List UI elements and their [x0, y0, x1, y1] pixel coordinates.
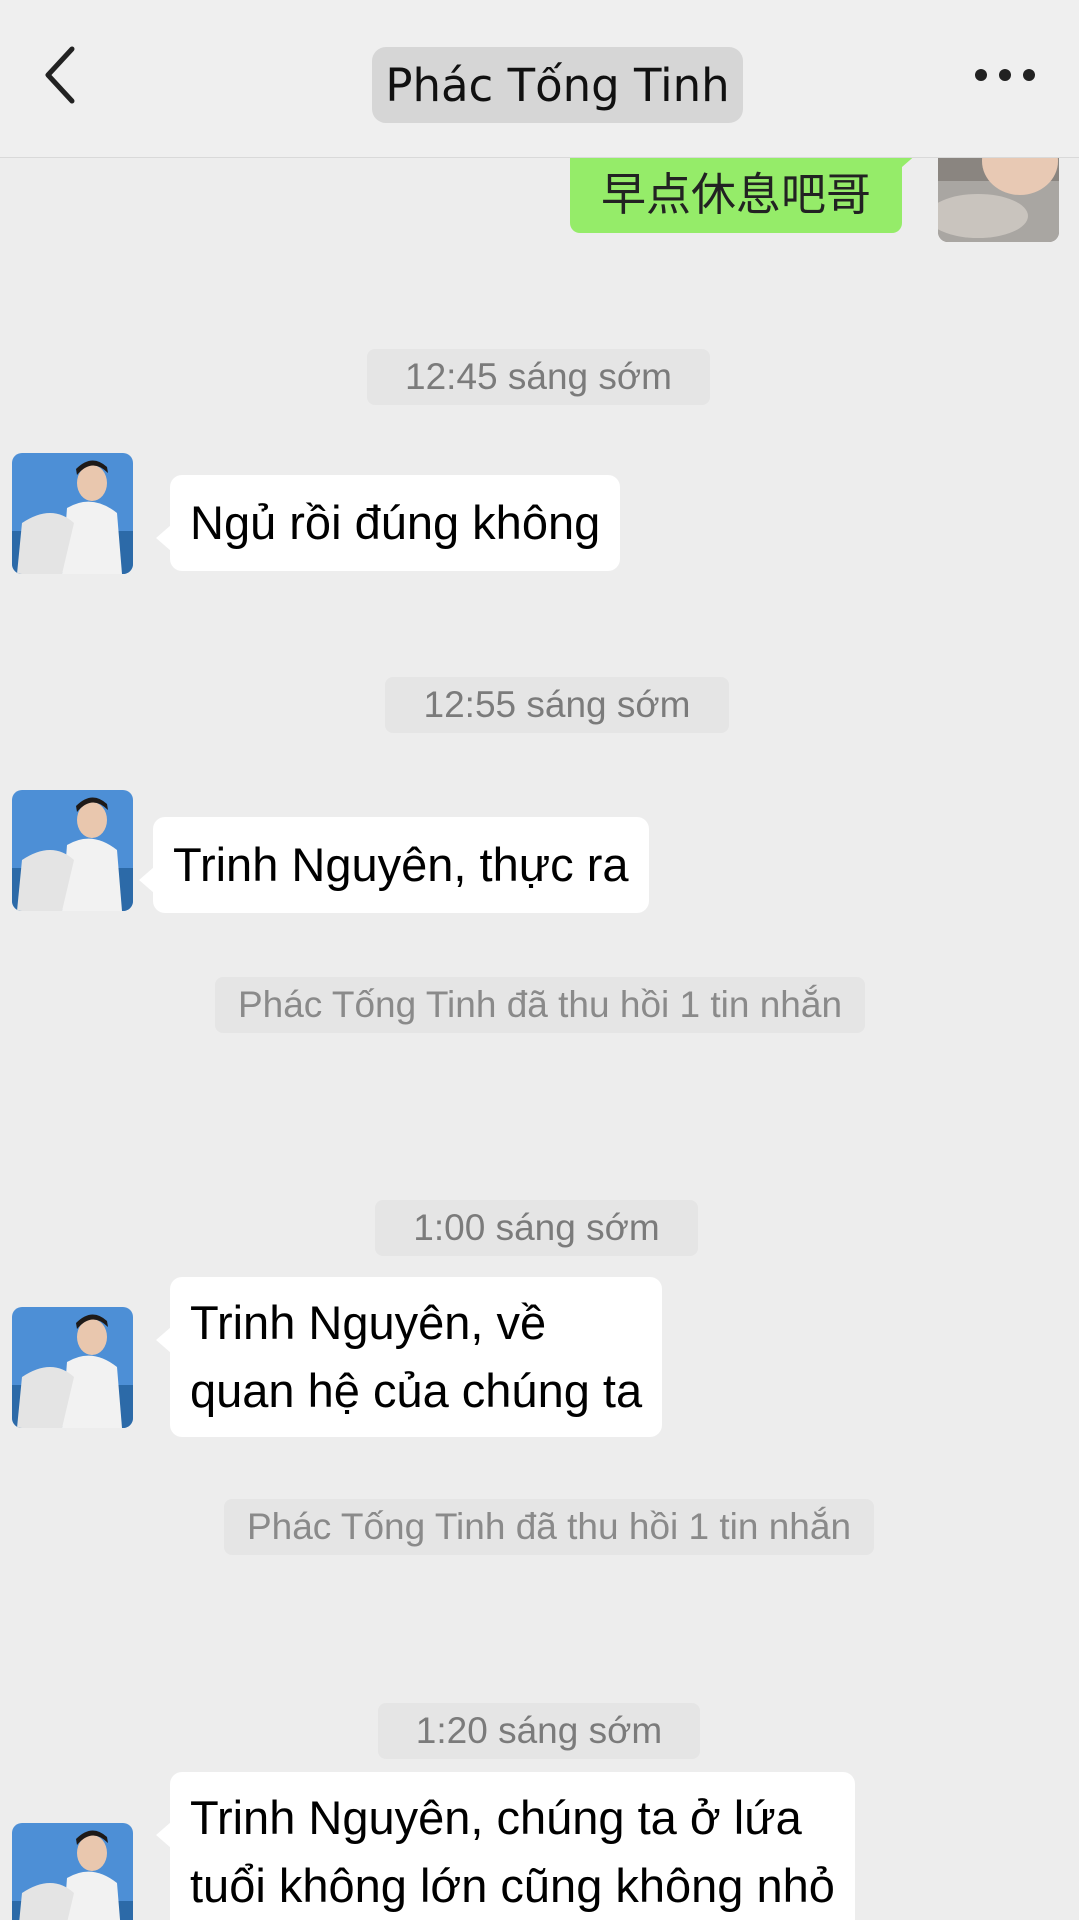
incoming-message[interactable]: Trinh Nguyên, chúng ta ở lứa tuổi không … [156, 1772, 855, 1920]
message-text: Ngủ rồi đúng không [190, 496, 601, 549]
message-line: quan hệ của chúng ta [190, 1364, 643, 1417]
contact-avatar[interactable] [12, 453, 133, 574]
message-text: Trinh Nguyên, thực ra [173, 838, 629, 891]
timestamp: 1:00 sáng sớm [375, 1200, 698, 1256]
chevron-left-icon [45, 46, 75, 104]
more-dots-icon [975, 69, 1035, 81]
timestamp: 1:20 sáng sớm [378, 1703, 700, 1759]
incoming-message[interactable]: Trinh Nguyên, thực ra [139, 817, 649, 913]
contact-avatar[interactable] [12, 1307, 133, 1428]
message-line: Trinh Nguyên, về [190, 1296, 547, 1349]
recall-notice: Phác Tống Tinh đã thu hồi 1 tin nhắn [215, 977, 865, 1033]
more-button[interactable] [965, 50, 1045, 100]
outgoing-message[interactable]: 早点休息吧哥 [570, 157, 918, 233]
message-text: 早点休息吧哥 [600, 167, 871, 221]
incoming-message[interactable]: Ngủ rồi đúng không [155, 475, 621, 571]
message-list[interactable]: 早点休息吧哥 12:45 sáng sớm Ngủ rồi đúng không… [0, 157, 1079, 1920]
message-line: Trinh Nguyên, chúng ta ở lứa [190, 1791, 802, 1844]
timestamp: 12:55 sáng sớm [385, 677, 729, 733]
recall-notice: Phác Tống Tinh đã thu hồi 1 tin nhắn [224, 1499, 874, 1555]
my-avatar[interactable] [938, 157, 1059, 242]
message-line: tuổi không lớn cũng không nhỏ [190, 1859, 835, 1912]
contact-avatar[interactable] [12, 790, 133, 911]
chat-header: Phác Tống Tinh [0, 0, 1079, 158]
chat-title[interactable]: Phác Tống Tinh [372, 47, 743, 123]
contact-avatar[interactable] [12, 1823, 133, 1920]
timestamp: 12:45 sáng sớm [367, 349, 710, 405]
incoming-message[interactable]: Trinh Nguyên, về quan hệ của chúng ta [155, 1277, 663, 1437]
back-button[interactable] [30, 35, 90, 115]
